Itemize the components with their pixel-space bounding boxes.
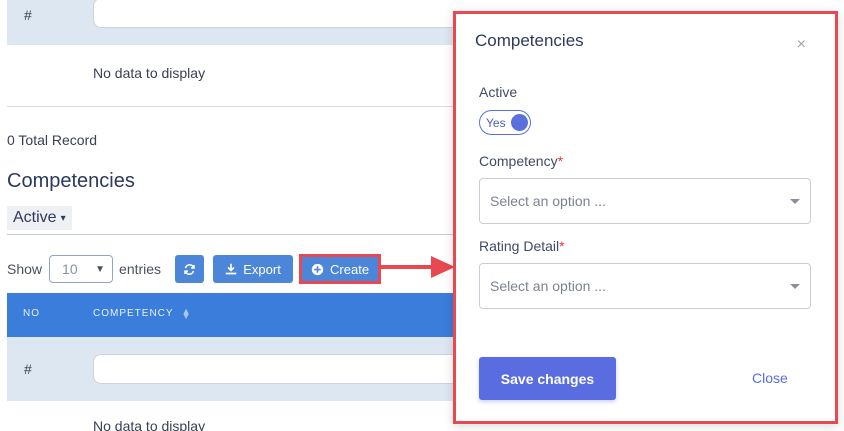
column-filter-input[interactable] [93, 354, 455, 384]
top-table-row: # [7, 0, 455, 45]
col-header-competency-label: COMPETENCY [93, 308, 174, 319]
create-button[interactable]: Create [302, 257, 379, 281]
row-hash: # [24, 361, 32, 377]
caret-down-icon: ▾ [60, 212, 66, 224]
show-label: Show [7, 261, 43, 277]
required-mark: * [559, 238, 565, 254]
required-mark: * [557, 153, 564, 169]
empty-message: No data to display [93, 65, 206, 81]
toggle-text: Yes [486, 115, 506, 130]
annotation-arrow [378, 265, 433, 269]
row-filter-input[interactable] [93, 0, 455, 28]
competency-label: Competency* [479, 153, 563, 169]
row-hash: # [24, 7, 32, 23]
col-header-no: NO [23, 308, 40, 319]
section-title: Competencies [7, 170, 135, 192]
rating-placeholder: Select an option ... [490, 278, 606, 294]
entries-select[interactable]: 10 ▼ [49, 255, 114, 283]
divider [7, 106, 453, 107]
close-icon[interactable]: × [797, 36, 806, 54]
download-icon [226, 263, 237, 275]
refresh-icon [184, 263, 195, 275]
total-record: 0 Total Record [7, 132, 98, 148]
competencies-modal: Competencies × Active Yes Competency* Se… [453, 11, 838, 424]
status-filter-label: Active [13, 209, 57, 226]
caret-down-icon [790, 198, 800, 204]
chevron-down-icon: ▼ [95, 263, 106, 275]
close-button[interactable]: Close [752, 370, 788, 386]
table-toolbar: Show 10 ▼ entries Export Create [7, 254, 382, 284]
active-toggle[interactable]: Yes [479, 110, 531, 135]
modal-title: Competencies [475, 31, 584, 50]
rating-label: Rating Detail* [479, 238, 565, 254]
entries-value: 10 [62, 261, 78, 277]
caret-down-icon [790, 283, 800, 289]
col-header-competency[interactable]: COMPETENCY ▲ ▼ [93, 305, 192, 321]
plus-circle-icon [311, 263, 324, 275]
status-underline [7, 234, 453, 235]
filter-row: # [7, 337, 455, 401]
status-filter-dropdown[interactable]: Active ▾ [7, 206, 72, 230]
active-label: Active [479, 84, 518, 100]
rating-detail-select[interactable]: Select an option ... [479, 263, 811, 309]
toggle-knob [511, 114, 528, 131]
sort-icon: ▲ ▼ [181, 305, 192, 321]
rating-label-text: Rating Detail [479, 238, 560, 254]
competency-select[interactable]: Select an option ... [479, 178, 811, 224]
save-changes-button[interactable]: Save changes [479, 357, 616, 400]
create-label: Create [330, 261, 370, 277]
create-highlight: Create [299, 254, 382, 284]
table-header: NO COMPETENCY ▲ ▼ [7, 293, 453, 337]
competency-label-text: Competency [479, 153, 558, 169]
export-label: Export [243, 261, 281, 277]
annotation-arrow-head [431, 256, 455, 278]
entries-label: entries [119, 261, 162, 277]
empty-message: No data to display [93, 418, 206, 431]
export-button[interactable]: Export [213, 255, 294, 283]
refresh-button[interactable] [175, 255, 205, 283]
competency-placeholder: Select an option ... [490, 193, 606, 209]
